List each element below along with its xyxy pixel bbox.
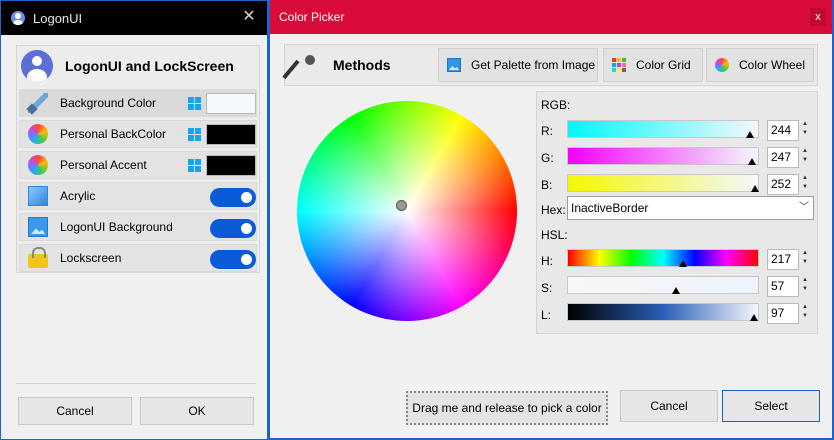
windows-logo-icon <box>188 97 201 110</box>
cancel-button[interactable]: Cancel <box>18 397 132 425</box>
drag-to-pick-color-button[interactable]: Drag me and release to pick a color <box>406 391 608 425</box>
acrylic-toggle[interactable] <box>210 188 256 207</box>
red-value-input[interactable]: 244 <box>767 120 799 141</box>
logonui-background-row: LogonUI Background <box>19 213 257 241</box>
divider <box>16 383 256 384</box>
red-slider-thumb[interactable] <box>746 131 754 138</box>
color-wheel[interactable] <box>297 101 517 321</box>
saturation-value-input[interactable]: 57 <box>767 276 799 297</box>
avatar <box>21 50 53 82</box>
lightness-spinner[interactable]: ▲ ▼ <box>800 303 810 324</box>
b-label: B: <box>541 178 553 192</box>
hue-slider[interactable] <box>567 249 759 267</box>
background-color-label: Background Color <box>60 96 157 110</box>
methods-bar: Methods Get Palette from Image Color Gri… <box>284 44 818 86</box>
personal-backcolor-label: Personal BackColor <box>60 127 167 141</box>
personal-accent-label: Personal Accent <box>60 158 147 172</box>
green-spinner[interactable]: ▲ ▼ <box>800 147 810 168</box>
acrylic-row: Acrylic <box>19 182 257 210</box>
hue-value-input[interactable]: 217 <box>767 249 799 270</box>
user-icon <box>11 11 25 25</box>
color-values-panel: RGB: R: 244 ▲ ▼ G: 247 ▲ ▼ B: 252 ▲ ▼ Hex: … <box>536 91 818 334</box>
personal-accent-row[interactable]: Personal Accent <box>19 151 257 179</box>
hsl-section-label: HSL: <box>541 228 568 242</box>
methods-title: Methods <box>333 57 391 73</box>
blue-slider[interactable] <box>567 174 759 192</box>
get-palette-label: Get Palette from Image <box>471 58 596 72</box>
logonui-background-toggle[interactable] <box>210 219 256 238</box>
logonui-lockscreen-panel: LogonUI and LockScreen Background Color … <box>16 45 260 273</box>
paintbrush-icon <box>28 93 48 113</box>
get-palette-from-image-button[interactable]: Get Palette from Image <box>438 48 598 82</box>
s-label: S: <box>541 281 553 295</box>
image-icon <box>447 58 461 72</box>
lightness-slider-thumb[interactable] <box>750 314 758 321</box>
hue-spinner[interactable]: ▲ ▼ <box>800 249 810 270</box>
blue-value-input[interactable]: 252 <box>767 174 799 195</box>
hex-value: InactiveBorder <box>571 201 649 215</box>
color-wheel-icon <box>28 124 48 144</box>
color-picker-window: Color Picker x Methods Get Palette from … <box>268 0 834 440</box>
select-button[interactable]: Select <box>722 390 820 422</box>
close-button[interactable]: x <box>810 8 826 26</box>
green-value-input[interactable]: 247 <box>767 147 799 168</box>
color-grid-button[interactable]: Color Grid <box>603 48 703 82</box>
g-label: G: <box>541 151 554 165</box>
lock-icon <box>28 247 48 268</box>
lockscreen-label: Lockscreen <box>60 251 122 265</box>
color-grid-label: Color Grid <box>636 58 691 72</box>
windows-logo-icon <box>188 128 201 141</box>
r-label: R: <box>541 124 553 138</box>
color-wheel-button[interactable]: Color Wheel <box>706 48 814 82</box>
color-picker-title: Color Picker <box>279 10 345 24</box>
blue-spinner[interactable]: ▲ ▼ <box>800 174 810 195</box>
image-icon <box>28 217 48 237</box>
green-slider[interactable] <box>567 147 759 165</box>
rgb-section-label: RGB: <box>541 98 571 112</box>
personal-accent-swatch[interactable] <box>206 155 256 176</box>
hex-dropdown[interactable]: InactiveBorder ﹀ <box>567 196 814 220</box>
background-color-swatch[interactable] <box>206 93 256 114</box>
eyedropper-icon <box>293 53 317 79</box>
blue-slider-thumb[interactable] <box>751 185 759 192</box>
logonui-background-label: LogonUI Background <box>60 220 173 234</box>
logonui-titlebar: LogonUI ✕ <box>1 1 267 35</box>
saturation-slider[interactable] <box>567 276 759 294</box>
panel-header: LogonUI and LockScreen <box>17 46 259 86</box>
ok-button[interactable]: OK <box>140 397 254 425</box>
background-color-row[interactable]: Background Color <box>19 89 257 117</box>
lockscreen-row: Lockscreen <box>19 244 257 272</box>
logonui-window: LogonUI ✕ LogonUI and LockScreen Backgro… <box>0 0 268 440</box>
personal-backcolor-swatch[interactable] <box>206 124 256 145</box>
close-icon[interactable]: ✕ <box>241 9 257 25</box>
color-wheel-icon <box>715 58 729 72</box>
chevron-down-icon[interactable]: ﹀ <box>799 197 809 219</box>
saturation-spinner[interactable]: ▲ ▼ <box>800 276 810 297</box>
color-wheel-cursor[interactable] <box>396 200 407 211</box>
saturation-slider-thumb[interactable] <box>672 287 680 294</box>
lightness-value-input[interactable]: 97 <box>767 303 799 324</box>
color-picker-titlebar: Color Picker x <box>270 0 832 34</box>
l-label: L: <box>541 308 552 322</box>
color-wheel-label: Color Wheel <box>739 58 806 72</box>
personal-backcolor-row[interactable]: Personal BackColor <box>19 120 257 148</box>
hex-label: Hex: <box>541 203 566 217</box>
h-label: H: <box>541 254 553 268</box>
hue-slider-thumb[interactable] <box>679 260 687 267</box>
acrylic-label: Acrylic <box>60 189 96 203</box>
panel-title: LogonUI and LockScreen <box>65 58 234 74</box>
red-spinner[interactable]: ▲ ▼ <box>800 120 810 141</box>
cancel-button[interactable]: Cancel <box>620 390 718 422</box>
logonui-window-title: LogonUI <box>33 10 83 26</box>
windows-logo-icon <box>188 159 201 172</box>
acrylic-icon <box>28 186 48 206</box>
lightness-slider[interactable] <box>567 303 759 321</box>
color-wheel-icon <box>28 155 48 175</box>
lockscreen-toggle[interactable] <box>210 250 256 269</box>
color-grid-icon <box>612 58 626 72</box>
green-slider-thumb[interactable] <box>748 158 756 165</box>
red-slider[interactable] <box>567 120 759 138</box>
